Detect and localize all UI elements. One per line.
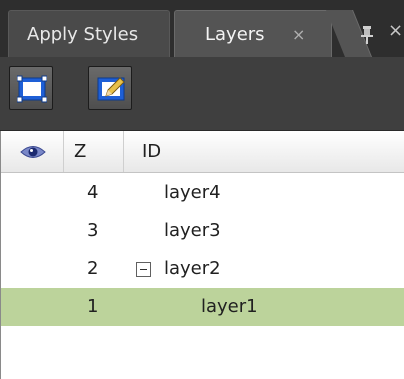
z-index-cell: 2 [87,258,99,279]
z-index-cell: 1 [87,296,99,317]
close-icon[interactable]: × [292,11,305,57]
pin-icon[interactable] [360,26,374,44]
tab-apply-styles[interactable]: Apply Styles [8,10,170,57]
z-index-cell: 4 [87,182,99,203]
eye-icon [20,146,46,158]
grid-header: Z ID [1,131,404,173]
table-row[interactable]: 3 layer3 [1,212,404,250]
tab-label: Layers [205,24,265,45]
visibility-column-header[interactable] [1,131,64,172]
edit-layer-button[interactable] [88,66,132,110]
tab-layers[interactable]: Layers × [174,10,332,57]
panel-tab-strip: Apply Styles Layers × × [0,0,404,57]
layers-grid: Z ID 4 layer4 3 layer3 2 layer2 1 layer1 [0,131,404,379]
table-row[interactable]: 4 layer4 [1,174,404,212]
z-index-cell: 3 [87,220,99,241]
edit-layer-icon [97,77,125,101]
layer-id-cell: layer1 [201,296,258,317]
insert-layer-icon [17,75,47,103]
collapse-icon[interactable] [136,262,151,277]
layers-toolbar [0,57,404,131]
insert-layer-button[interactable] [9,66,53,110]
panel-close-icon[interactable]: × [388,20,403,41]
layer-id-cell: layer2 [164,258,221,279]
table-row[interactable]: 2 layer2 [1,250,404,288]
layer-id-cell: layer3 [164,220,221,241]
layer-id-cell: layer4 [164,182,221,203]
z-column-header[interactable]: Z [64,131,124,172]
table-row-selected[interactable]: 1 layer1 [1,288,404,326]
id-column-header[interactable]: ID [124,131,404,172]
tab-label: Apply Styles [27,24,139,45]
